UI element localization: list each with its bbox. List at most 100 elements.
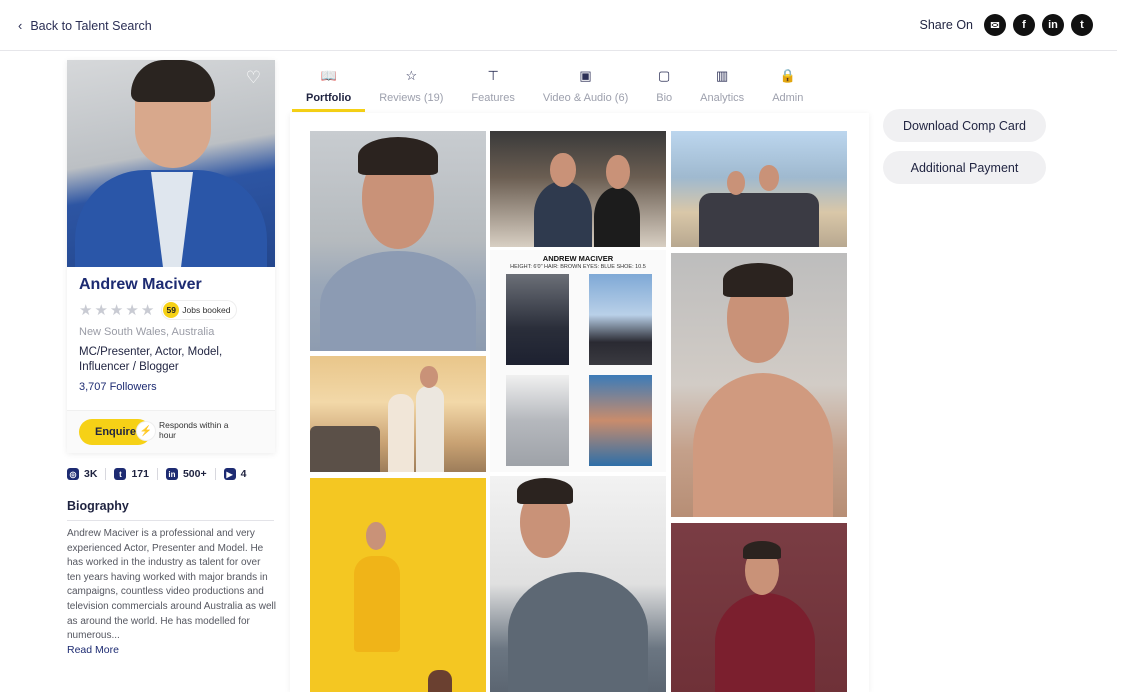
tab-label: Video & Audio (6) [542,92,629,104]
profile-card: ♡ Andrew Maciver ★ ★ ★ ★ ★ 59 Jobs booke… [67,60,275,453]
tab-analytics[interactable]: ▥ Analytics [686,64,758,112]
linkedin-stat[interactable]: in 500+ [158,468,216,480]
top-bar: ‹ Back to Talent Search Share On ✉ f in … [0,0,1117,51]
lightning-icon: ⚡ [137,422,155,440]
twitter-icon: t [114,468,127,480]
read-more-link[interactable]: Read More [67,644,119,656]
tab-portfolio[interactable]: 📖 Portfolio [292,64,366,112]
portfolio-photo[interactable] [671,523,847,692]
tab-label: Admin [772,92,804,104]
response-time: Responds within a hour [159,420,229,440]
tab-label: Analytics [700,92,745,104]
video-icon: ▣ [579,68,592,83]
divider [67,520,274,521]
photo-vehicle [699,193,819,247]
followers-count: 3,707 Followers [79,381,157,393]
instagram-icon: ◎ [67,468,79,480]
photo-vehicle [310,426,380,472]
download-comp-card-button[interactable]: Download Comp Card [883,109,1046,142]
jobs-booked-badge: 59 Jobs booked [162,301,237,319]
photo-face [727,171,745,195]
twitter-icon[interactable]: t [1071,14,1093,36]
comp-card-photo[interactable] [589,274,652,365]
location: New South Wales, Australia [79,326,215,338]
talent-roles: MC/Presenter, Actor, Model, Influencer /… [79,346,223,373]
photo-torso [534,181,592,247]
photo-torso [388,394,414,472]
share-label: Share On [919,18,973,32]
youtube-icon: ▶ [223,468,236,480]
photo-torso [508,572,648,692]
photo-face [366,522,386,550]
portfolio-photo[interactable] [490,131,666,247]
back-to-search-link[interactable]: ‹ Back to Talent Search [18,18,152,33]
tab-reviews[interactable]: ☆ Reviews (19) [365,64,457,112]
profile-photo: ♡ [67,60,275,267]
profile-tabs: 📖 Portfolio ☆ Reviews (19) ⊤ Features ▣ … [292,64,817,112]
photo-face [759,165,779,191]
portfolio-photo[interactable] [671,131,847,247]
portfolio-photo[interactable] [310,131,486,351]
instagram-stat[interactable]: ◎ 3K [67,468,107,480]
jobs-booked-count: 59 [163,302,180,318]
jobs-booked-label: Jobs booked [182,305,231,315]
biography-text: Andrew Maciver is a professional and ver… [67,528,276,642]
portfolio-photo[interactable] [490,476,666,692]
comp-card: ANDREW MACIVER HEIGHT: 6'0" HAIR: BROWN … [490,250,666,472]
social-stats: ◎ 3K t 171 in 500+ ▶ 4 [67,468,254,480]
linkedin-icon[interactable]: in [1042,14,1064,36]
back-label: Back to Talent Search [30,18,152,33]
twitter-stat[interactable]: t 171 [106,468,158,480]
bar-chart-icon: ▥ [716,68,729,83]
tab-label: Portfolio [306,92,352,104]
talent-name: Andrew Maciver [79,276,202,293]
photo-torso [693,373,833,517]
portfolio-photo[interactable] [310,356,486,472]
tab-label: Bio [656,92,673,104]
biography-heading: Biography [67,499,129,513]
portfolio-photo[interactable] [671,253,847,517]
tab-label: Reviews (19) [379,92,444,104]
comp-card-photo[interactable] [506,375,569,466]
star-icon: ★ [125,302,139,319]
star-icon: ★ [79,302,93,319]
photo-face [550,153,576,187]
photo-dog [428,670,452,692]
photo-hair [358,137,438,175]
tab-admin[interactable]: 🔒 Admin [758,64,817,112]
photo-torso [320,251,476,351]
photo-hair [517,478,573,504]
twitter-count: 171 [131,468,149,480]
portfolio-photo[interactable] [310,478,486,692]
star-icon: ★ [94,302,108,319]
share-bar: Share On ✉ f in t [919,14,1093,36]
photo-hair [723,263,793,297]
comp-card-stats: HEIGHT: 6'0" HAIR: BROWN EYES: BLUE SHOE… [510,264,646,270]
tab-bio[interactable]: ▢ Bio [642,64,686,112]
tab-features[interactable]: ⊤ Features [457,64,528,112]
tab-video-audio[interactable]: ▣ Video & Audio (6) [529,64,642,112]
comp-card-photo[interactable] [589,375,652,466]
tab-label: Features [471,92,515,104]
book-icon: 📖 [320,68,337,83]
lock-icon: 🔒 [779,68,796,83]
card-footer: Enquire ⚡ Responds within a hour [67,410,275,453]
star-icon: ★ [109,302,124,319]
shirt-icon: ⊤ [487,68,499,83]
photo-face [420,366,438,388]
photo-hair [131,60,215,102]
id-card-icon: ▢ [658,68,671,83]
star-icon: ☆ [405,68,418,83]
comp-card-name: ANDREW MACIVER [542,254,614,263]
photo-torso [594,187,640,247]
youtube-stat[interactable]: ▶ 4 [216,468,255,480]
youtube-count: 4 [240,468,247,480]
additional-payment-button[interactable]: Additional Payment [883,151,1046,184]
photo-jacket [715,593,815,692]
chevron-left-icon: ‹ [18,18,23,33]
photo-hair [743,541,781,559]
comp-card-photo[interactable] [506,274,569,365]
facebook-icon[interactable]: f [1013,14,1035,36]
heart-icon[interactable]: ♡ [246,68,261,88]
email-icon[interactable]: ✉ [984,14,1006,36]
